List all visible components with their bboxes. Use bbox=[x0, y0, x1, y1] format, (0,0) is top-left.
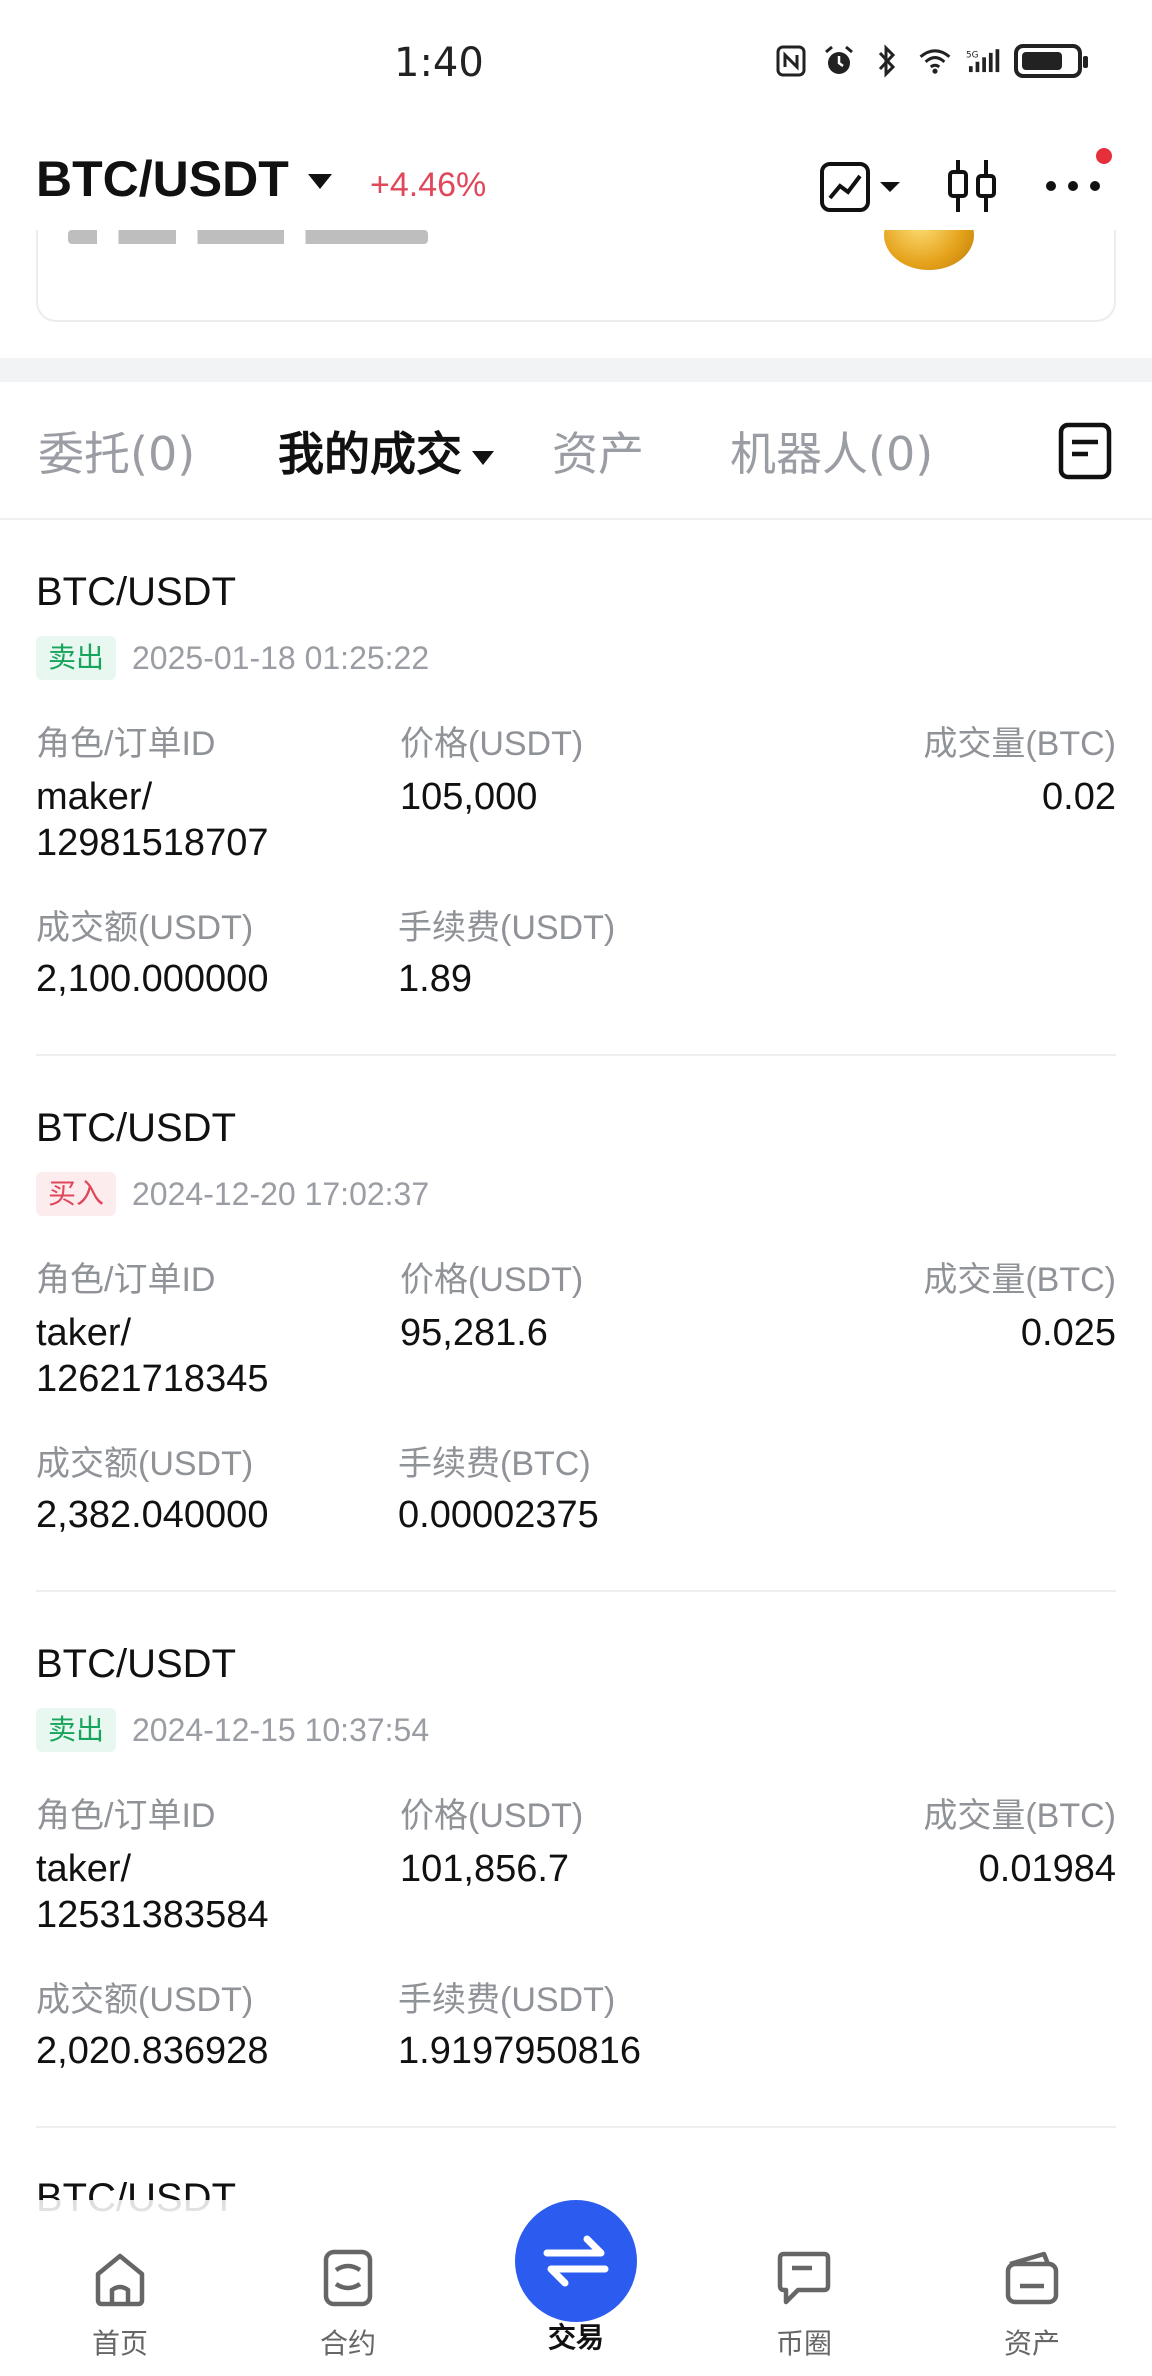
fee-label: 手续费(USDT) bbox=[398, 1981, 616, 2019]
chart-icon bbox=[820, 162, 900, 212]
pair-dropdown-caret-icon[interactable] bbox=[308, 174, 332, 189]
price-value: 101,856.7 bbox=[400, 1848, 570, 1890]
price-label: 价格(USDT) bbox=[400, 1261, 584, 1299]
fee-value: 0.00002375 bbox=[398, 1494, 599, 1536]
chart-type-button[interactable] bbox=[818, 154, 908, 218]
fee-label: 手续费(USDT) bbox=[398, 909, 616, 947]
price-value: 95,281.6 bbox=[400, 1312, 548, 1354]
order-id-value: 12981518707 bbox=[36, 822, 269, 864]
nav-trade-button[interactable] bbox=[515, 2200, 637, 2322]
fee-label: 手续费(BTC) bbox=[398, 1445, 591, 1483]
quantity-label: 成交量(BTC) bbox=[923, 1797, 1116, 1835]
swap-icon bbox=[543, 2235, 609, 2287]
contract-icon bbox=[323, 2249, 373, 2307]
home-icon bbox=[95, 2253, 145, 2307]
order-id-value: 12621718345 bbox=[36, 1358, 269, 1400]
tab-my-trades[interactable]: 我的成交 bbox=[278, 418, 494, 484]
fee-value: 1.89 bbox=[398, 958, 472, 1000]
pair-selector[interactable]: BTC/USDT bbox=[36, 150, 289, 208]
trade-record[interactable]: BTC/USDT 卖出 2025-01-18 01:25:22 角色/订单ID … bbox=[36, 520, 1116, 1056]
tab-my-trades-label: 我的成交 bbox=[278, 427, 462, 481]
nav-assets-label: 资产 bbox=[1003, 2327, 1060, 2360]
status-bar: 1:40 5G bbox=[0, 0, 1152, 130]
price-label: 价格(USDT) bbox=[400, 725, 584, 763]
wifi-icon bbox=[918, 44, 952, 78]
coin-illustration bbox=[884, 230, 974, 270]
trade-pair: BTC/USDT bbox=[36, 1106, 236, 1150]
tab-dropdown-caret-icon bbox=[472, 450, 494, 465]
quantity-label: 成交量(BTC) bbox=[923, 1261, 1116, 1299]
chat-icon bbox=[777, 2251, 831, 2305]
quantity-value: 0.02 bbox=[1042, 776, 1116, 818]
trade-pair: BTC/USDT bbox=[36, 1642, 236, 1686]
nav-assets[interactable]: 资产 bbox=[962, 2246, 1102, 2366]
trading-header: BTC/USDT +4.46% bbox=[0, 140, 1152, 230]
nav-trade-label: 交易 bbox=[547, 2321, 604, 2354]
trade-time: 2024-12-20 17:02:37 bbox=[132, 1176, 430, 1212]
role-value: taker/ bbox=[36, 1848, 132, 1890]
svg-text:5G: 5G bbox=[966, 50, 979, 60]
trade-pair: BTC/USDT bbox=[36, 570, 236, 614]
order-history-button[interactable] bbox=[1058, 422, 1112, 480]
more-button[interactable] bbox=[1038, 148, 1112, 218]
wallet-icon bbox=[1005, 2251, 1059, 2305]
kline-button[interactable] bbox=[942, 154, 1002, 218]
order-tabs: 委托(0) 我的成交 资产 机器人(0) bbox=[0, 382, 1152, 520]
role-order-label: 角色/订单ID bbox=[36, 1797, 216, 1835]
candlestick-icon bbox=[948, 160, 996, 212]
promo-banner[interactable] bbox=[36, 230, 1116, 322]
price-change-percent: +4.46% bbox=[370, 166, 487, 204]
amount-label: 成交额(USDT) bbox=[36, 1445, 254, 1483]
nav-home[interactable]: 首页 bbox=[50, 2246, 190, 2366]
nav-community[interactable]: 币圈 bbox=[734, 2246, 874, 2366]
nav-contract-label: 合约 bbox=[319, 2327, 376, 2360]
status-icons: 5G bbox=[774, 44, 1088, 78]
order-id-value: 12531383584 bbox=[36, 1894, 269, 1936]
tab-orders[interactable]: 委托(0) bbox=[38, 418, 195, 484]
role-order-label: 角色/订单ID bbox=[36, 725, 216, 763]
signal-5g-icon: 5G bbox=[966, 44, 1000, 78]
more-dots-icon bbox=[1046, 181, 1100, 191]
quantity-value: 0.01984 bbox=[978, 1848, 1116, 1890]
amount-value: 2,382.040000 bbox=[36, 1494, 269, 1536]
trade-record[interactable]: BTC/USDT 买入 2024-12-20 17:02:37 角色/订单ID … bbox=[36, 1056, 1116, 1592]
nav-home-label: 首页 bbox=[91, 2327, 148, 2360]
fee-value: 1.9197950816 bbox=[398, 2030, 642, 2072]
nfc-icon bbox=[774, 44, 808, 78]
trade-record[interactable]: BTC/USDT 卖出 2024-12-15 10:37:54 角色/订单ID … bbox=[36, 1592, 1116, 2128]
document-icon bbox=[1058, 422, 1112, 480]
side-badge: 卖出 bbox=[36, 1708, 117, 1752]
notification-dot bbox=[1096, 148, 1112, 164]
trade-time: 2025-01-18 01:25:22 bbox=[132, 640, 430, 676]
status-time: 1:40 bbox=[394, 40, 484, 86]
quantity-value: 0.025 bbox=[1020, 1312, 1116, 1354]
battery-icon bbox=[1014, 44, 1088, 78]
nav-contract[interactable]: 合约 bbox=[278, 2246, 418, 2366]
section-divider bbox=[0, 358, 1152, 382]
amount-value: 2,020.836928 bbox=[36, 2030, 269, 2072]
amount-label: 成交额(USDT) bbox=[36, 1981, 254, 2019]
alarm-icon bbox=[822, 44, 856, 78]
tab-bots[interactable]: 机器人(0) bbox=[730, 418, 933, 484]
banner-cropped-text bbox=[68, 230, 428, 244]
bluetooth-icon bbox=[870, 44, 904, 78]
bottom-nav: 首页 合约 交易 币圈 资产 bbox=[0, 2200, 1152, 2376]
price-value: 105,000 bbox=[400, 776, 538, 818]
trade-time: 2024-12-15 10:37:54 bbox=[132, 1712, 430, 1748]
nav-community-label: 币圈 bbox=[775, 2327, 832, 2360]
quantity-label: 成交量(BTC) bbox=[923, 725, 1116, 763]
role-order-label: 角色/订单ID bbox=[36, 1261, 216, 1299]
side-badge: 买入 bbox=[36, 1172, 117, 1216]
amount-value: 2,100.000000 bbox=[36, 958, 269, 1000]
role-value: maker/ bbox=[36, 776, 153, 818]
role-value: taker/ bbox=[36, 1312, 132, 1354]
side-badge: 卖出 bbox=[36, 636, 117, 680]
amount-label: 成交额(USDT) bbox=[36, 909, 254, 947]
price-label: 价格(USDT) bbox=[400, 1797, 584, 1835]
tab-assets[interactable]: 资产 bbox=[552, 418, 644, 484]
